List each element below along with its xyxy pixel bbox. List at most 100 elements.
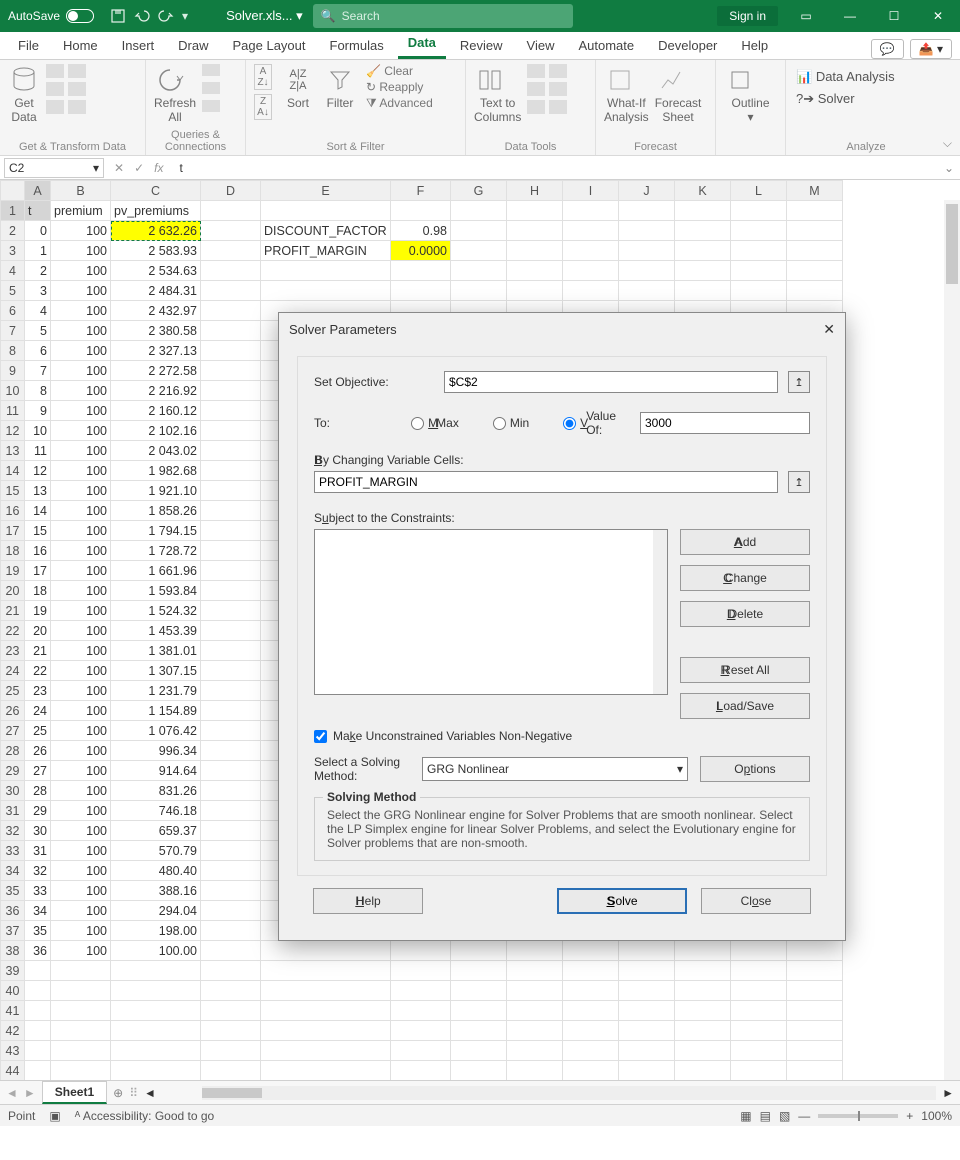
cell[interactable] [391, 981, 451, 1001]
cell[interactable]: 659.37 [111, 821, 201, 841]
row-header[interactable]: 16 [1, 501, 25, 521]
cell[interactable] [111, 961, 201, 981]
cell[interactable]: 2 534.63 [111, 261, 201, 281]
cell[interactable] [619, 241, 675, 261]
col-header-F[interactable]: F [391, 181, 451, 201]
cell[interactable] [25, 961, 51, 981]
loadsave-button[interactable]: LLoad/Save [680, 693, 810, 719]
sort-button[interactable]: A|ZZ|ASort [282, 64, 314, 110]
expand-formula-icon[interactable]: ⌄ [938, 161, 960, 175]
cell[interactable] [51, 1021, 111, 1041]
solve-button[interactable]: SSolve [557, 888, 687, 914]
cell[interactable]: 23 [25, 681, 51, 701]
cell[interactable]: 100 [51, 661, 111, 681]
row-header[interactable]: 4 [1, 261, 25, 281]
constraints-listbox[interactable] [314, 529, 668, 695]
zoom-in-icon[interactable]: + [906, 1109, 913, 1123]
cell[interactable] [563, 981, 619, 1001]
cell[interactable] [787, 241, 843, 261]
cell[interactable] [451, 221, 507, 241]
cell[interactable]: 1 661.96 [111, 561, 201, 581]
cell[interactable]: 27 [25, 761, 51, 781]
cancel-formula-icon[interactable]: ✕ [114, 161, 124, 175]
cell[interactable] [201, 501, 261, 521]
cell[interactable]: 100 [51, 841, 111, 861]
reapply-button[interactable]: ↻ Reapply [366, 80, 433, 94]
row-header[interactable]: 36 [1, 901, 25, 921]
cell[interactable] [201, 401, 261, 421]
cell[interactable]: t [25, 201, 51, 221]
cell[interactable]: 9 [25, 401, 51, 421]
cell[interactable] [201, 721, 261, 741]
comments-button[interactable]: 💬 [871, 39, 904, 59]
row-header[interactable]: 21 [1, 601, 25, 621]
row-header[interactable]: 41 [1, 1001, 25, 1021]
cell[interactable] [451, 261, 507, 281]
row-header[interactable]: 34 [1, 861, 25, 881]
cell[interactable] [507, 1061, 563, 1081]
tab-home[interactable]: Home [53, 32, 108, 59]
cell[interactable] [391, 1061, 451, 1081]
cell[interactable] [787, 961, 843, 981]
tab-view[interactable]: View [517, 32, 565, 59]
cell[interactable]: 294.04 [111, 901, 201, 921]
cell[interactable]: 1 794.15 [111, 521, 201, 541]
cell[interactable] [25, 1021, 51, 1041]
cell[interactable] [201, 381, 261, 401]
cell[interactable] [201, 1021, 261, 1041]
tab-data[interactable]: Data [398, 29, 446, 59]
cell[interactable] [619, 281, 675, 301]
cell[interactable]: 12 [25, 461, 51, 481]
cell[interactable] [201, 301, 261, 321]
row-header[interactable]: 2 [1, 221, 25, 241]
autosave-toggle[interactable]: AutoSave [0, 9, 102, 23]
cell[interactable]: 100 [51, 221, 111, 241]
cell[interactable] [201, 1001, 261, 1021]
cell[interactable]: 15 [25, 521, 51, 541]
macro-record-icon[interactable]: ▣ [49, 1109, 60, 1123]
cell[interactable] [787, 941, 843, 961]
row-header[interactable]: 10 [1, 381, 25, 401]
cell[interactable]: 5 [25, 321, 51, 341]
search-input[interactable]: 🔍 Search [313, 4, 573, 28]
sheet-nav-prev-icon[interactable]: ◄ [6, 1086, 18, 1100]
cell[interactable]: 100 [51, 401, 111, 421]
cell[interactable]: 10 [25, 421, 51, 441]
cell[interactable] [261, 261, 391, 281]
cell[interactable] [201, 361, 261, 381]
cell[interactable]: 100 [51, 881, 111, 901]
cell[interactable]: 3 [25, 281, 51, 301]
cell[interactable]: 2 102.16 [111, 421, 201, 441]
row-header[interactable]: 37 [1, 921, 25, 941]
row-header[interactable]: 40 [1, 981, 25, 1001]
cell[interactable]: 0.0000 [391, 241, 451, 261]
cell[interactable]: 8 [25, 381, 51, 401]
col-header-M[interactable]: M [787, 181, 843, 201]
row-header[interactable]: 33 [1, 841, 25, 861]
cell[interactable] [787, 1041, 843, 1061]
redo-icon[interactable] [158, 8, 174, 24]
cell[interactable]: 100 [51, 801, 111, 821]
cell[interactable]: 388.16 [111, 881, 201, 901]
cell[interactable] [675, 941, 731, 961]
cell[interactable] [201, 1061, 261, 1081]
cell[interactable] [261, 1001, 391, 1021]
row-header[interactable]: 1 [1, 201, 25, 221]
cell[interactable] [201, 281, 261, 301]
collapse-ribbon-icon[interactable]: ⌵ [943, 136, 952, 151]
cell[interactable]: 100 [51, 761, 111, 781]
cell[interactable] [391, 941, 451, 961]
cell[interactable] [731, 941, 787, 961]
row-header[interactable]: 3 [1, 241, 25, 261]
cell[interactable]: 100 [51, 481, 111, 501]
cell[interactable]: 996.34 [111, 741, 201, 761]
cell[interactable] [201, 941, 261, 961]
row-header[interactable]: 5 [1, 281, 25, 301]
vertical-scrollbar[interactable] [944, 200, 960, 1080]
row-header[interactable]: 32 [1, 821, 25, 841]
cell[interactable]: 2 327.13 [111, 341, 201, 361]
forecast-sheet-button[interactable]: Forecast Sheet [655, 64, 702, 124]
cell[interactable] [201, 821, 261, 841]
cell[interactable] [731, 961, 787, 981]
cell[interactable]: 24 [25, 701, 51, 721]
